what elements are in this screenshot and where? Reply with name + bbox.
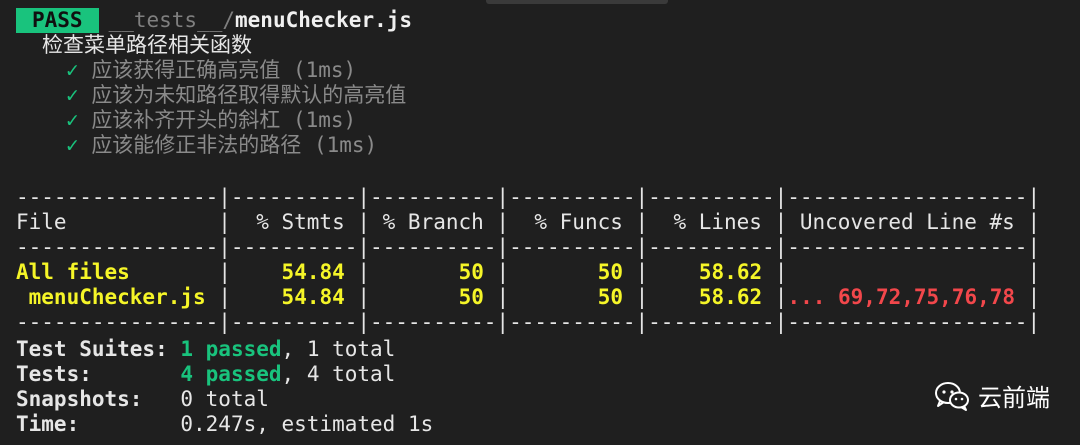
summary-suites: Test Suites: 1 passed, 1 total — [16, 337, 396, 361]
check-icon: ✓ — [66, 58, 79, 82]
branch-cell: 50 — [458, 260, 484, 284]
branch-cell: 50 — [458, 285, 484, 309]
table-row: menuChecker.js | 54.84 | 50 | 50 | 58.62… — [16, 285, 1041, 309]
time-value: 0.247s, estimated 1s — [180, 412, 434, 436]
lines-cell: 58.62 — [698, 260, 763, 284]
table-separator: ----------------|----------|----------|-… — [16, 235, 1041, 259]
check-icon: ✓ — [66, 133, 79, 157]
test-description: 应该为未知路径取得默认的高亮值 — [91, 83, 407, 107]
test-item: ✓ 应该能修正非法的路径 (1ms) — [66, 133, 377, 158]
lines-cell: 58.62 — [698, 285, 763, 309]
suites-passed: 1 passed — [180, 337, 282, 361]
table-separator: ----------------|----------|----------|-… — [16, 185, 1041, 209]
table-header: File | % Stmts | % Branch | % Funcs | % … — [16, 210, 1041, 234]
suite-name: 检查菜单路径相关函数 — [42, 33, 252, 57]
file-cell: All files — [16, 260, 130, 284]
funcs-cell: 50 — [597, 260, 624, 284]
check-icon: ✓ — [66, 108, 79, 132]
summary-snapshots: Snapshots: 0 total — [16, 387, 269, 411]
watermark: 云前端 — [934, 378, 1050, 413]
test-item: ✓ 应该补齐开头的斜杠 (1ms) — [66, 108, 356, 133]
table-row: All files | 54.84 | 50 | 50 | 58.62 | | — [16, 260, 1041, 284]
pass-badge: PASS — [16, 8, 99, 33]
stmts-cell: 54.84 — [281, 285, 345, 309]
test-path-prefix: __tests__/ — [108, 8, 236, 32]
summary-tests: Tests: 4 passed, 4 total — [16, 362, 396, 386]
stmts-cell: 54.84 — [281, 260, 345, 284]
funcs-cell: 50 — [597, 285, 624, 309]
test-file-name: menuChecker.js — [235, 8, 413, 32]
file-cell: menuChecker.js — [16, 285, 206, 309]
test-description: 应该补齐开头的斜杠 (1ms) — [91, 108, 357, 132]
wechat-icon — [934, 380, 970, 412]
snapshots-value: 0 total — [180, 387, 269, 411]
tests-total: , 4 total — [281, 362, 396, 386]
watermark-text: 云前端 — [978, 384, 1050, 412]
suites-total: , 1 total — [281, 337, 396, 361]
test-description: 应该能修正非法的路径 (1ms) — [91, 133, 378, 157]
tests-passed: 4 passed — [180, 362, 282, 386]
table-separator: ----------------|----------|----------|-… — [16, 310, 1041, 334]
test-item: ✓ 应该获得正确高亮值 (1ms) — [66, 58, 356, 83]
test-file-header: PASS __tests__/menuChecker.js — [16, 8, 412, 33]
test-item: ✓ 应该为未知路径取得默认的高亮值 — [66, 83, 406, 108]
uncovered-cell: ... 69,72,75,76,78 — [787, 285, 1016, 309]
window-top-handle — [486, 0, 668, 4]
uncovered-cell — [787, 260, 1027, 284]
summary-time: Time: 0.247s, estimated 1s — [16, 412, 434, 436]
test-description: 应该获得正确高亮值 (1ms) — [91, 58, 357, 82]
check-icon: ✓ — [66, 83, 79, 107]
